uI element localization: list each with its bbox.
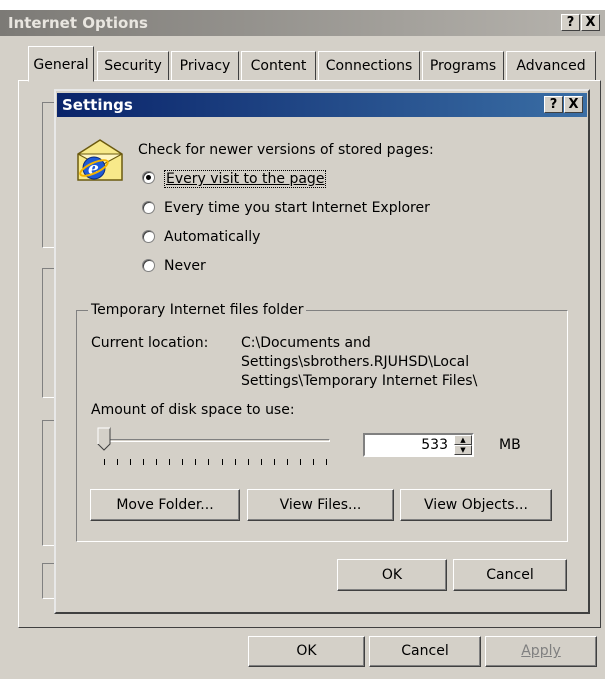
slider-tick xyxy=(234,459,236,465)
radio-button[interactable] xyxy=(142,171,155,184)
location-line-1: C:\Documents and xyxy=(241,335,371,351)
slider-tick xyxy=(156,459,158,465)
tab-content[interactable]: Content xyxy=(241,51,316,81)
radio-button[interactable] xyxy=(142,201,155,214)
settings-close-button[interactable]: X xyxy=(564,96,583,113)
slider-tick xyxy=(104,459,105,465)
slider-tick xyxy=(312,459,314,465)
temp-files-legend: Temporary Internet files folder xyxy=(88,302,307,318)
settings-title: Settings xyxy=(62,96,133,114)
slider-tick xyxy=(195,459,197,465)
location-line-2: Settings\sbrothers.RJUHSD\Local xyxy=(241,354,470,370)
tab-programs[interactable]: Programs xyxy=(422,51,504,81)
settings-cancel-button[interactable]: Cancel xyxy=(453,559,567,591)
spin-up-icon[interactable]: ▲ xyxy=(454,435,472,445)
location-line-3: Settings\Temporary Internet Files\ xyxy=(241,373,478,389)
slider-tick xyxy=(247,459,249,465)
outer-help-button[interactable]: ? xyxy=(561,14,580,31)
radio-label: Automatically xyxy=(164,229,261,245)
settings-help-button[interactable]: ? xyxy=(544,96,563,113)
slider-tick xyxy=(143,459,145,465)
tab-security[interactable]: Security xyxy=(97,51,169,81)
move-folder-button[interactable]: Move Folder... xyxy=(90,489,240,521)
settings-title-bar[interactable] xyxy=(57,93,587,117)
tab-privacy[interactable]: Privacy xyxy=(171,51,239,81)
slider-tick xyxy=(221,459,223,465)
slider-tick xyxy=(182,459,184,465)
slider-tick xyxy=(260,459,262,465)
slider-tick xyxy=(208,459,210,465)
radio-label-text: Every visit to the page xyxy=(166,171,325,187)
current-location-label: Current location: xyxy=(91,335,209,351)
tab-general[interactable]: General xyxy=(28,46,94,82)
outer-close-button[interactable]: X xyxy=(581,14,600,31)
spin-down-icon[interactable]: ▼ xyxy=(454,445,472,455)
slider-tick xyxy=(326,459,327,465)
disk-space-label: Amount of disk space to use: xyxy=(91,402,295,418)
radio-label: Never xyxy=(164,258,206,274)
radio-label: Every time you start Internet Explorer xyxy=(164,200,430,216)
slider-tick xyxy=(117,459,119,465)
radio-button[interactable] xyxy=(142,259,155,272)
settings-ok-button[interactable]: OK xyxy=(337,559,447,591)
view-files-button[interactable]: View Files... xyxy=(247,489,394,521)
radio-label: Every visit to the page xyxy=(164,170,327,188)
apply-button[interactable]: Apply xyxy=(485,636,597,667)
slider-tick xyxy=(299,459,301,465)
slider-tick xyxy=(130,459,132,465)
tab-connections[interactable]: Connections xyxy=(318,51,420,81)
ok-button[interactable]: OK xyxy=(248,636,365,667)
disk-space-unit: MB xyxy=(499,437,521,453)
radio-dot xyxy=(146,175,151,180)
slider-tick xyxy=(286,459,288,465)
disk-space-slider-thumb[interactable] xyxy=(97,427,111,451)
apply-label: Apply xyxy=(521,643,561,659)
radio-button[interactable] xyxy=(142,230,155,243)
slider-tick xyxy=(273,459,275,465)
outer-title: Internet Options xyxy=(8,14,148,32)
cancel-button[interactable]: Cancel xyxy=(369,636,481,667)
slider-tick xyxy=(169,459,171,465)
disk-space-slider-track[interactable] xyxy=(98,439,330,442)
internet-explorer-folder-icon: e xyxy=(77,139,123,181)
check-newer-label: Check for newer versions of stored pages… xyxy=(138,142,434,158)
view-objects-button[interactable]: View Objects... xyxy=(400,489,552,521)
tab-advanced[interactable]: Advanced xyxy=(506,51,596,81)
disk-space-spinbox[interactable]: 533 ▲ ▼ xyxy=(363,433,474,457)
disk-space-value: 533 xyxy=(421,437,448,453)
